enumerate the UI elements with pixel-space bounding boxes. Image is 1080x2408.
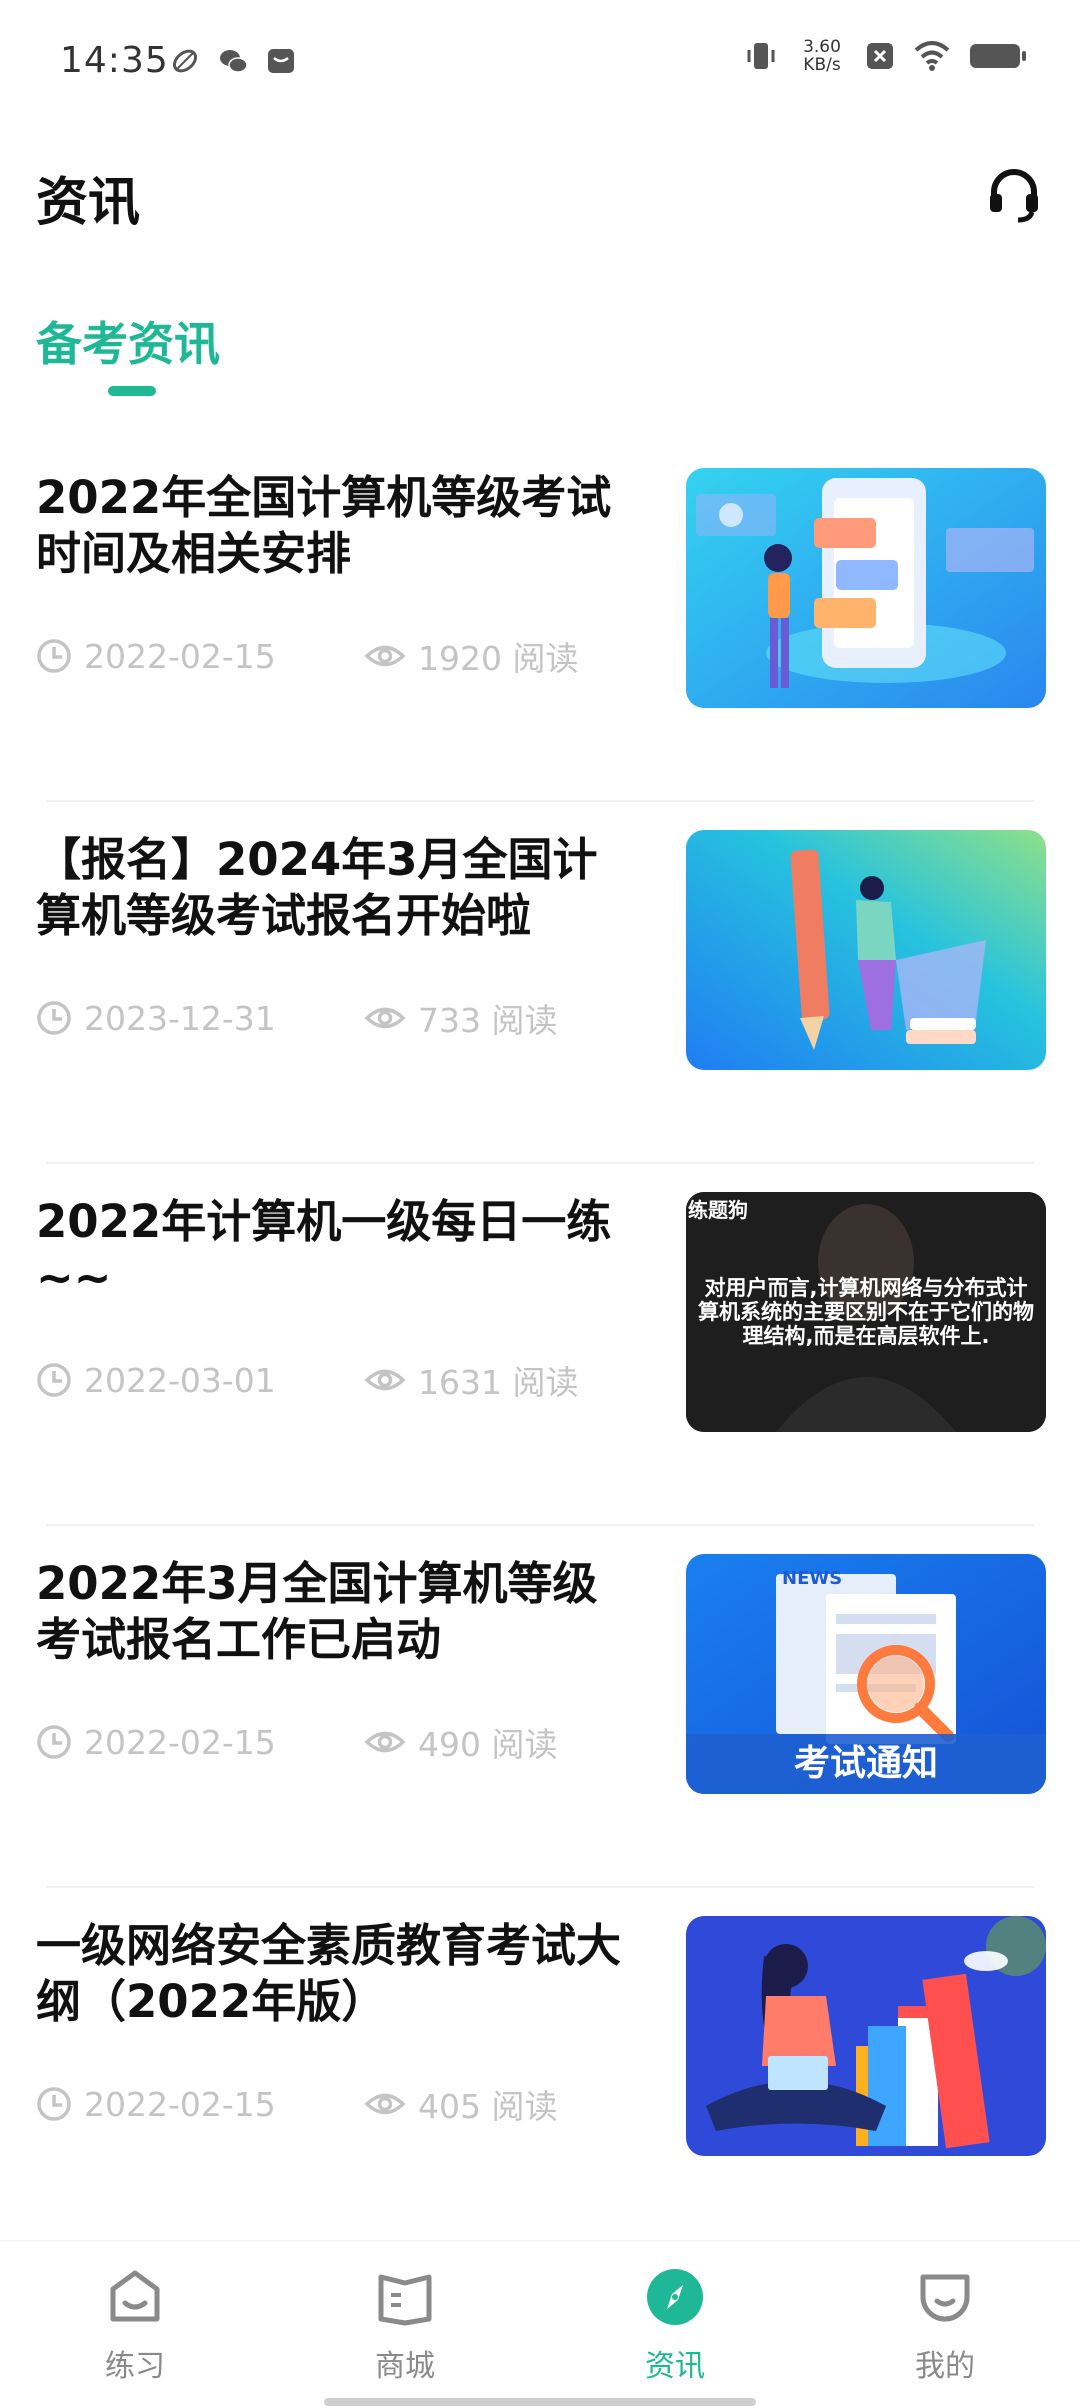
article-title: 2022年3月全国计算机等级考试报名工作已启动 [36, 1557, 598, 1666]
wifi-icon [914, 41, 950, 71]
nav-item-store[interactable]: 商城 [270, 2241, 540, 2408]
pencil-illustration [686, 830, 1046, 1070]
list-item[interactable]: 2022年计算机一级每日一练~~ 2022-03-01 1631 阅读 练题狗 [0, 1164, 1080, 1526]
article-thumbnail [686, 468, 1046, 708]
article-views: 1920 阅读 [364, 632, 578, 680]
news-badge: NEWS [782, 1568, 843, 1589]
app-screen: 14:35 3.60 KB/s 资讯 备考资讯 2022年全国计算机等级考试时间… [0, 0, 1080, 2408]
article-thumbnail: NEWS 考试通知 [686, 1554, 1046, 1794]
article-meta: 2022-02-15 1920 阅读 [36, 636, 578, 678]
tab-exam-news[interactable]: 备考资讯 [36, 308, 220, 374]
network-speed-value: 3.60 [803, 37, 841, 57]
home-indicator[interactable] [324, 2398, 756, 2406]
article-views: 405 阅读 [364, 2080, 557, 2128]
vibrate-icon [747, 43, 775, 69]
article-title: 一级网络安全素质教育考试大纲（2022年版） [36, 1919, 622, 2028]
list-item[interactable]: 2022年3月全国计算机等级考试报名工作已启动 2022-02-15 490 阅… [0, 1526, 1080, 1888]
clock-icon [37, 1001, 71, 1035]
article-date: 2022-03-01 [36, 1361, 364, 1400]
book-icon [378, 2274, 432, 2326]
eye-icon [364, 1007, 406, 1029]
article-date-text: 2022-02-15 [84, 2084, 276, 2124]
list-item[interactable]: 2022年全国计算机等级考试时间及相关安排 2022-02-15 1920 阅读 [0, 440, 1080, 802]
network-speed-unit: KB/s [803, 55, 841, 75]
article-date-text: 2022-02-15 [84, 1722, 276, 1762]
eye-icon [364, 1369, 406, 1391]
bottom-navigation: 练习 商城 资讯 我的 [0, 2240, 1080, 2408]
article-date-text: 2022-02-15 [84, 636, 276, 676]
article-views-text: 1631 阅读 [418, 1363, 579, 1402]
article-views: 1631 阅读 [364, 1356, 578, 1404]
eye-icon [364, 2093, 406, 2115]
article-meta: 2022-03-01 1631 阅读 [36, 1360, 578, 1402]
network-speed: 3.60 KB/s [796, 38, 848, 74]
status-left-icons [170, 46, 296, 76]
clock-icon [37, 1725, 71, 1759]
article-date: 2023-12-31 [36, 999, 364, 1038]
status-time: 14:35 [60, 40, 169, 81]
phone-illustration [686, 468, 1046, 708]
page-title: 资讯 [36, 173, 141, 233]
nav-label: 商城 [375, 2349, 435, 2384]
nav-item-profile[interactable]: 我的 [810, 2241, 1080, 2408]
books-illustration [686, 1916, 1046, 2156]
battery-icon [970, 44, 1026, 68]
thumb-brand: 练题狗 [688, 1198, 748, 1222]
article-date: 2022-02-15 [36, 2085, 364, 2124]
article-title: 【报名】2024年3月全国计算机等级考试报名开始啦 [36, 833, 598, 942]
article-views-text: 405 阅读 [418, 2087, 558, 2126]
status-right-icons: 3.60 KB/s [744, 38, 1026, 74]
article-thumbnail: 练题狗 对用户而言,计算机网络与分布式计算机系统的主要区别不在于它们的物理结构,… [686, 1192, 1046, 1432]
list-item[interactable]: 【报名】2024年3月全国计算机等级考试报名开始啦 2023-12-31 733… [0, 802, 1080, 1164]
article-date-text: 2023-12-31 [84, 998, 276, 1038]
compass-icon [647, 2269, 703, 2325]
article-views: 733 阅读 [364, 994, 557, 1042]
article-date-text: 2022-03-01 [84, 1360, 276, 1400]
practice-icon [110, 2270, 160, 2322]
article-thumbnail [686, 1916, 1046, 2156]
article-thumbnail [686, 830, 1046, 1070]
tab-indicator [108, 386, 156, 396]
nav-label: 资讯 [645, 2349, 705, 2384]
article-date: 2022-02-15 [36, 1723, 364, 1762]
article-title: 2022年计算机一级每日一练~~ [36, 1195, 612, 1304]
article-views-text: 1920 阅读 [418, 639, 579, 678]
article-meta: 2022-02-15 405 阅读 [36, 2084, 557, 2126]
nav-label: 练习 [105, 2349, 165, 2384]
status-bar: 14:35 3.60 KB/s [0, 0, 1080, 130]
article-list: 2022年全国计算机等级考试时间及相关安排 2022-02-15 1920 阅读 [0, 440, 1080, 2250]
article-meta: 2023-12-31 733 阅读 [36, 998, 557, 1040]
thumb-caption: 考试通知 [793, 1743, 938, 1784]
nav-item-practice[interactable]: 练习 [0, 2241, 270, 2408]
clock-icon [37, 639, 71, 673]
clock-icon [37, 2087, 71, 2121]
wechat-icon [220, 50, 248, 73]
close-box-icon [867, 43, 893, 69]
article-title: 2022年全国计算机等级考试时间及相关安排 [36, 471, 612, 580]
article-date: 2022-02-15 [36, 637, 364, 676]
article-views: 490 阅读 [364, 1718, 557, 1766]
list-item[interactable]: 一级网络安全素质教育考试大纲（2022年版） 2022-02-15 405 阅读 [0, 1888, 1080, 2250]
eye-icon [364, 1731, 406, 1753]
eye-icon [364, 645, 406, 667]
headset-icon[interactable] [984, 164, 1044, 224]
message-box-icon [268, 49, 294, 73]
nav-label: 我的 [915, 2349, 975, 2384]
clock-icon [37, 1363, 71, 1397]
leaf-icon [172, 49, 198, 73]
thumb-caption: 对用户而言,计算机网络与分布式计算机系统的主要区别不在于它们的物理结构,而是在高… [698, 1276, 1034, 1348]
top-app-bar: 资讯 [0, 140, 1080, 250]
article-views-text: 733 阅读 [418, 1001, 558, 1040]
profile-icon [920, 2274, 970, 2322]
article-views-text: 490 阅读 [418, 1725, 558, 1764]
article-meta: 2022-02-15 490 阅读 [36, 1722, 557, 1764]
nav-item-news[interactable]: 资讯 [540, 2241, 810, 2408]
